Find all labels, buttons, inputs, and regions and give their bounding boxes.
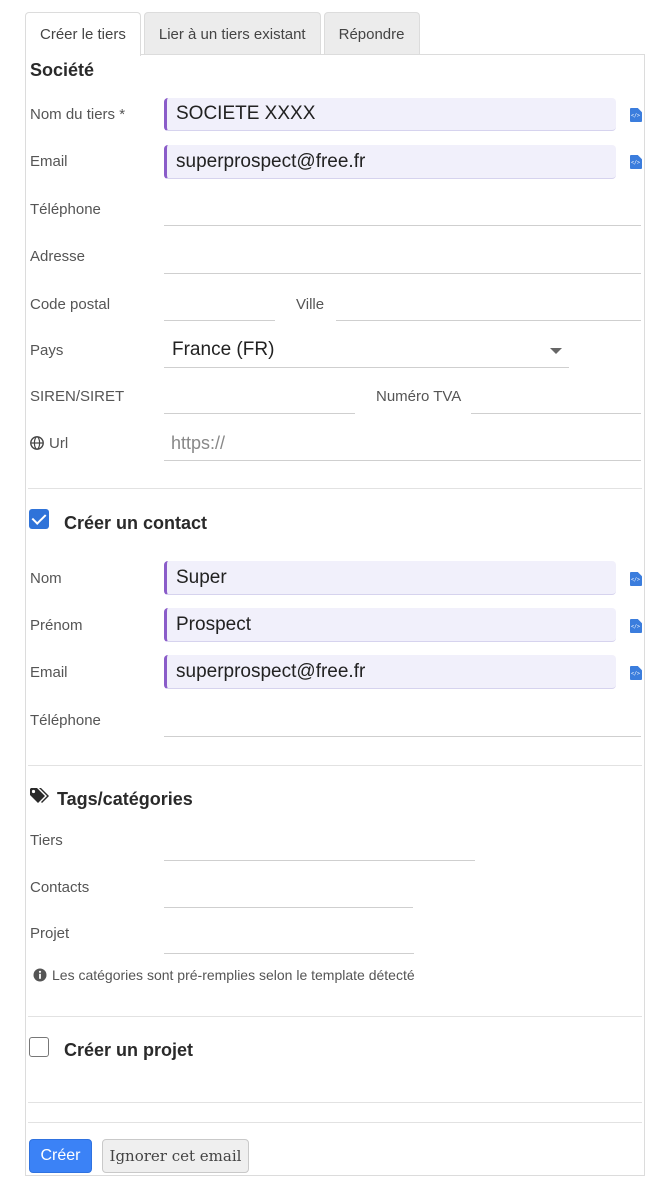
company-name-label: Nom du tiers * xyxy=(30,106,126,123)
company-city-input[interactable] xyxy=(336,286,641,321)
country-selected-value: France (FR) xyxy=(172,339,275,360)
tags-thirdparty-input[interactable] xyxy=(164,826,475,861)
contact-phone-label: Téléphone xyxy=(30,712,101,729)
company-zip-label: Code postal xyxy=(30,296,111,313)
contact-firstname-label: Prénom xyxy=(30,617,83,634)
tab-reply[interactable]: Répondre xyxy=(323,12,420,55)
divider xyxy=(28,1102,642,1103)
company-siren-input[interactable] xyxy=(164,379,355,414)
chevron-down-icon[interactable] xyxy=(550,348,562,354)
contact-phone-input[interactable] xyxy=(164,702,641,737)
company-city-label: Ville xyxy=(296,296,325,313)
company-phone-label: Téléphone xyxy=(30,201,101,218)
company-vat-input[interactable] xyxy=(471,379,641,414)
contact-section-title: Créer un contact xyxy=(64,513,208,533)
company-email-input[interactable]: superprospect@free.fr xyxy=(164,145,616,179)
ignore-email-button[interactable]: Ignorer cet email xyxy=(102,1139,249,1173)
contact-firstname-input[interactable]: Prospect xyxy=(164,608,616,642)
tags-contacts-label: Contacts xyxy=(30,879,90,896)
tags-thirdparty-label: Tiers xyxy=(30,832,63,849)
company-address-input[interactable] xyxy=(164,239,641,274)
tab-bar: Créer le tiers Lier à un tiers existant … xyxy=(25,12,423,56)
globe-icon xyxy=(30,436,44,450)
company-phone-input[interactable] xyxy=(164,191,641,226)
tags-contacts-input[interactable] xyxy=(164,873,413,908)
tab-create-thirdparty[interactable]: Créer le tiers xyxy=(25,12,141,56)
contact-lastname-input[interactable]: Super xyxy=(164,561,616,595)
company-url-label: Url xyxy=(49,435,69,452)
create-contact-checkbox[interactable] xyxy=(29,509,49,529)
tags-project-input[interactable] xyxy=(164,919,414,954)
divider xyxy=(28,1122,642,1123)
company-siren-label: SIREN/SIRET xyxy=(30,388,125,405)
tags-info-text: Les catégories sont pré-remplies selon l… xyxy=(52,967,415,983)
tags-section-title: Tags/catégories xyxy=(57,789,193,809)
create-button[interactable]: Créer xyxy=(29,1139,92,1173)
company-url-input[interactable]: https:// xyxy=(164,426,641,461)
contact-lastname-label: Nom xyxy=(30,570,62,587)
info-circle-icon xyxy=(33,968,47,982)
company-vat-label: Numéro TVA xyxy=(376,388,462,405)
contact-email-label: Email xyxy=(30,664,68,681)
divider xyxy=(28,765,642,766)
company-address-label: Adresse xyxy=(30,248,86,265)
tags-project-label: Projet xyxy=(30,925,70,942)
tab-link-existing-thirdparty[interactable]: Lier à un tiers existant xyxy=(143,12,321,55)
divider xyxy=(28,1016,642,1017)
company-name-input[interactable]: SOCIETE XXXX xyxy=(164,98,616,131)
create-project-checkbox[interactable] xyxy=(29,1037,49,1057)
tags-icon xyxy=(30,788,49,803)
company-email-label: Email xyxy=(30,153,68,170)
company-section-title: Société xyxy=(30,60,95,80)
divider xyxy=(28,488,642,489)
company-zip-input[interactable] xyxy=(164,286,275,321)
company-country-select[interactable]: France (FR) xyxy=(164,333,569,368)
contact-email-input[interactable]: superprospect@free.fr xyxy=(164,655,616,689)
company-country-label: Pays xyxy=(30,342,64,359)
project-section-title: Créer un projet xyxy=(64,1040,194,1060)
